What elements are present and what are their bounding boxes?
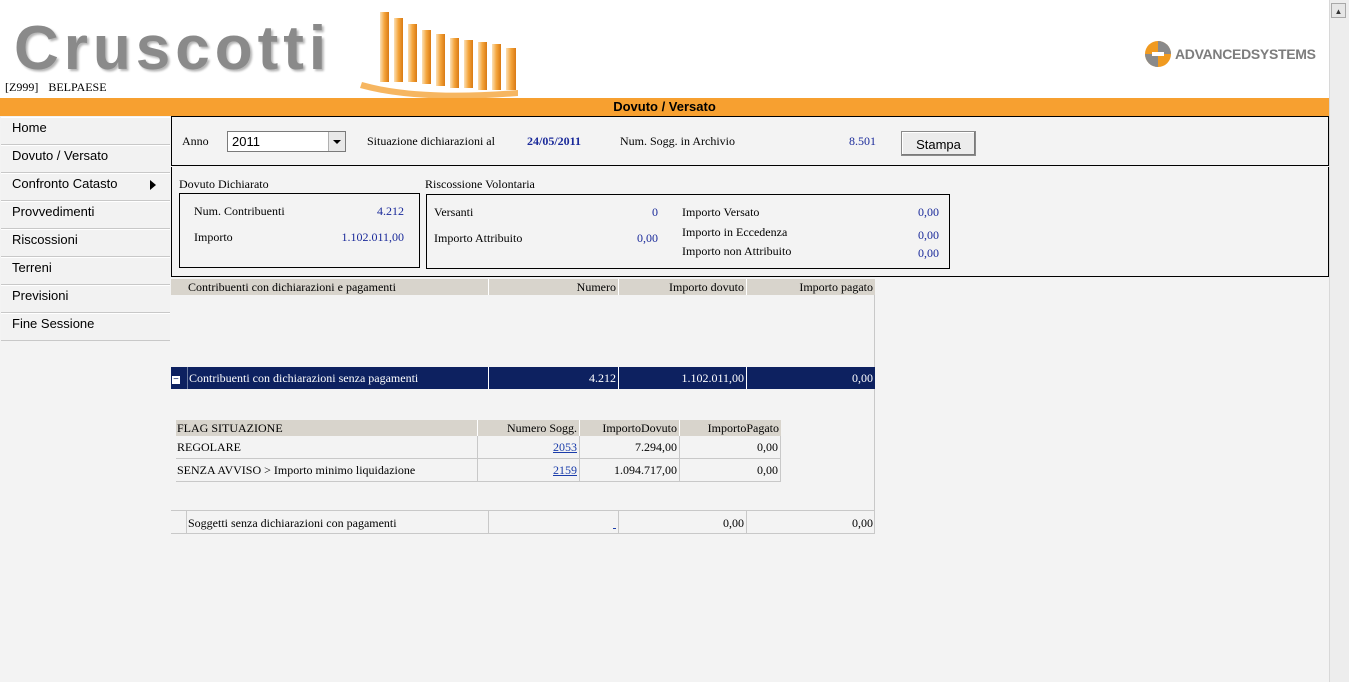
column-header: FLAG SITUAZIONE	[176, 420, 478, 436]
sidebar-item-label: Fine Sessione	[12, 316, 95, 331]
numero-sogg-link[interactable]: 2053	[553, 440, 577, 454]
scroll-up-arrow-icon[interactable]: ▲	[1331, 3, 1346, 18]
importo-dovuto-cell: 7.294,00	[580, 436, 680, 458]
importo-label: Importo	[194, 230, 233, 244]
importo-non-attribuito-label: Importo non Attribuito	[682, 244, 792, 258]
sidebar-item-label: Dovuto / Versato	[12, 148, 109, 163]
column-header: Contribuenti con dichiarazioni e pagamen…	[171, 279, 489, 295]
table-row: REGOLARE 2053 7.294,00 0,00	[176, 436, 781, 459]
sidebar-item-label: Riscossioni	[12, 232, 78, 247]
sidebar-item-home[interactable]: Home	[1, 117, 170, 145]
importo-dovuto-cell: 1.094.717,00	[580, 459, 680, 481]
sidebar-menu: Home Dovuto / Versato Confronto Catasto …	[1, 117, 170, 341]
num-contribuenti-value: 4.212	[377, 204, 404, 218]
sidebar-item-confronto-catasto[interactable]: Confronto Catasto	[1, 173, 170, 201]
vendor-name: ADVANCEDSYSTEMS	[1175, 46, 1316, 62]
footer-row-importo-dovuto: 0,00	[619, 511, 747, 533]
sidebar-item-label: Previsioni	[12, 288, 69, 303]
importo-value: 1.102.011,00	[341, 230, 404, 244]
importo-versato-label: Importo Versato	[682, 205, 760, 219]
importo-pagato-cell: 0,00	[757, 463, 778, 477]
group-row[interactable]: − Contribuenti con dichiarazioni senza p…	[171, 367, 875, 389]
column-header: ImportoPagato	[707, 421, 779, 435]
footer-row-label: Soggetti senza dichiarazioni con pagamen…	[187, 511, 489, 533]
importo-non-attribuito-value: 0,00	[918, 246, 939, 260]
num-sogg-value: 8.501	[849, 134, 876, 148]
importo-pagato-cell: 0,00	[757, 440, 778, 454]
versanti-value: 0	[652, 205, 658, 219]
anno-label: Anno	[182, 134, 209, 148]
sidebar-item-provvedimenti[interactable]: Provvedimenti	[1, 201, 170, 229]
importo-attribuito-value: 0,00	[637, 231, 658, 245]
footer-row-gutter	[171, 511, 187, 533]
column-header: Importo pagato	[799, 280, 873, 294]
importo-eccedenza-value: 0,00	[918, 228, 939, 242]
dovuto-dichiarato-title: Dovuto Dichiarato	[179, 177, 269, 191]
group-row-importo-pagato: 0,00	[852, 371, 873, 385]
cruscotti-logo: Cruscotti	[14, 14, 332, 83]
advanced-systems-icon	[1145, 41, 1171, 67]
flag-table: FLAG SITUAZIONE Numero Sogg. ImportoDovu…	[176, 420, 781, 482]
group-row-numero: 4.212	[489, 367, 619, 389]
column-header: ImportoDovuto	[580, 420, 680, 436]
main-table: Contribuenti con dichiarazioni e pagamen…	[171, 279, 875, 534]
numero-sogg-link[interactable]: 2159	[553, 463, 577, 477]
sidebar-item-label: Home	[12, 120, 47, 135]
riscossione-volontaria-title: Riscossione Volontaria	[425, 177, 535, 191]
page-title: Dovuto / Versato	[0, 98, 1329, 116]
num-contribuenti-label: Num. Contribuenti	[194, 204, 285, 218]
chevron-down-icon[interactable]	[328, 132, 345, 151]
app-header: Cruscotti [Z999] BELPAESE ADVANCEDSYSTEM…	[0, 0, 1329, 98]
importo-eccedenza-label: Importo in Eccedenza	[682, 225, 788, 239]
group-row-label: Contribuenti con dichiarazioni senza pag…	[187, 367, 489, 389]
sidebar-item-label: Provvedimenti	[12, 204, 95, 219]
importo-versato-value: 0,00	[918, 205, 939, 219]
year-select-value: 2011	[232, 134, 260, 149]
flag-cell: SENZA AVVISO > Importo minimo liquidazio…	[176, 459, 478, 481]
main-table-header: Contribuenti con dichiarazioni e pagamen…	[171, 279, 875, 295]
column-header: Numero	[489, 279, 619, 295]
versanti-label: Versanti	[434, 205, 474, 219]
sidebar-item-fine-sessione[interactable]: Fine Sessione	[1, 313, 170, 341]
sidebar-item-label: Terreni	[12, 260, 52, 275]
organization-label: [Z999] BELPAESE	[5, 80, 117, 95]
column-header: Importo dovuto	[619, 279, 747, 295]
sidebar-item-label: Confronto Catasto	[12, 176, 118, 191]
sidebar-item-previsioni[interactable]: Previsioni	[1, 285, 170, 313]
footer-row-numero-link[interactable]	[489, 511, 619, 533]
group-row-importo-dovuto: 1.102.011,00	[619, 367, 747, 389]
empty-link[interactable]	[613, 516, 616, 530]
flag-table-header: FLAG SITUAZIONE Numero Sogg. ImportoDovu…	[176, 420, 781, 436]
sidebar-item-riscossioni[interactable]: Riscossioni	[1, 229, 170, 257]
num-sogg-label: Num. Sogg. in Archivio	[620, 134, 736, 148]
footer-row: Soggetti senza dichiarazioni con pagamen…	[171, 510, 875, 534]
table-row: SENZA AVVISO > Importo minimo liquidazio…	[176, 459, 781, 482]
situazione-label: Situazione dichiarazioni al	[367, 134, 495, 148]
print-button[interactable]: Stampa	[901, 131, 976, 156]
submenu-arrow-icon	[150, 180, 156, 190]
year-select[interactable]: 2011	[227, 131, 346, 152]
org-code: [Z999]	[5, 80, 39, 94]
minus-icon[interactable]: −	[172, 375, 180, 385]
vertical-scrollbar[interactable]	[1329, 0, 1349, 682]
collapse-toggle[interactable]: −	[172, 367, 184, 389]
org-name: BELPAESE	[48, 80, 107, 94]
advanced-systems-logo: ADVANCEDSYSTEMS	[1143, 39, 1316, 69]
sidebar-item-terreni[interactable]: Terreni	[1, 257, 170, 285]
sidebar-item-dovuto-versato[interactable]: Dovuto / Versato	[1, 145, 170, 173]
importo-attribuito-label: Importo Attribuito	[434, 231, 523, 245]
footer-row-importo-pagato: 0,00	[852, 516, 873, 530]
situazione-date: 24/05/2011	[527, 134, 582, 148]
flag-cell: REGOLARE	[176, 436, 478, 458]
logo-bars-graphic	[360, 12, 518, 98]
column-header: Numero Sogg.	[478, 420, 580, 436]
